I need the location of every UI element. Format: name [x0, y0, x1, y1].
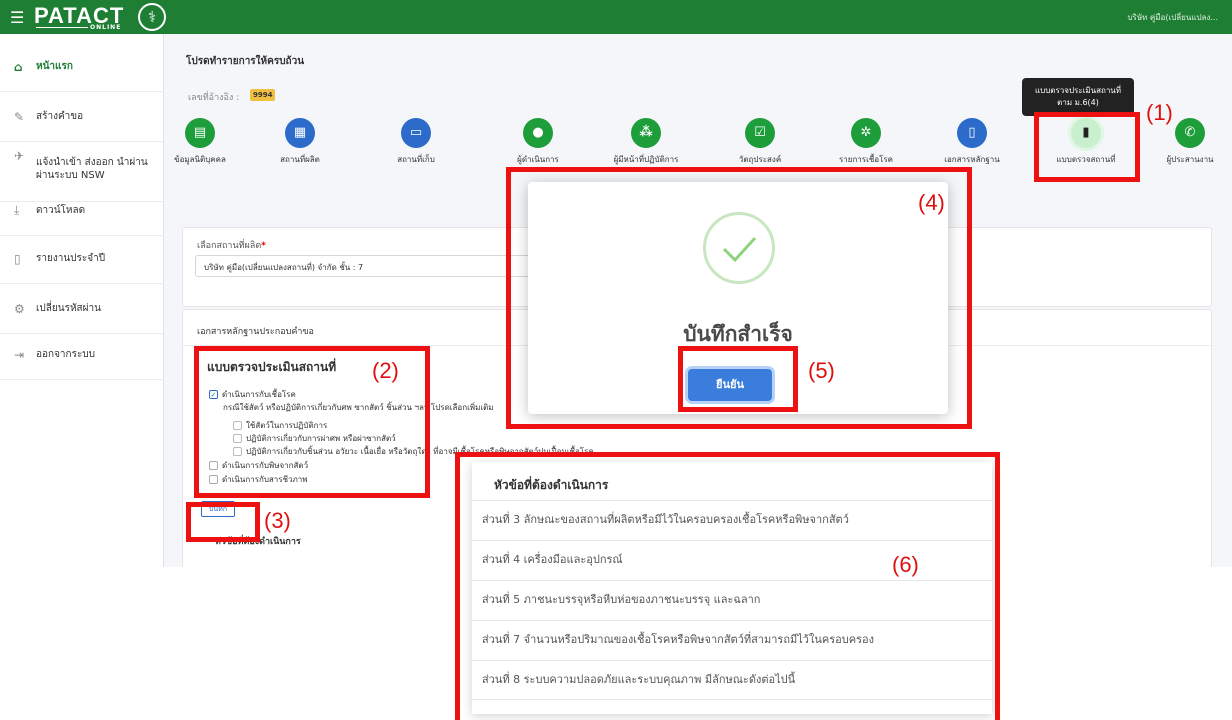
- callout-2: (2): [372, 358, 399, 383]
- logout-icon: ⇥: [14, 347, 25, 362]
- step-pathogen-list[interactable]: ✲ รายการเชื้อโรค: [826, 118, 906, 166]
- id-card-icon: ▤: [185, 118, 215, 148]
- logo-line: [36, 27, 88, 28]
- pencil-icon: ✎: [14, 109, 25, 124]
- tooltip-line: ตาม ม.6(4): [1057, 98, 1099, 107]
- step-operator[interactable]: ● ผู้ดำเนินการ: [498, 118, 578, 166]
- step-company-info[interactable]: ▤ ข้อมูลนิติบุคคล: [160, 118, 240, 166]
- hamburger-menu-icon[interactable]: ☰: [10, 8, 24, 27]
- gears-icon: ⚙: [14, 301, 25, 316]
- virus-icon: ✲: [851, 118, 881, 148]
- callout-3: (3): [264, 508, 291, 533]
- sidebar: ⌂ หน้าแรก ✎ สร้างคำขอ ✈ แจ้งนำเข้า ส่งออ…: [0, 34, 164, 567]
- phone-icon: ✆: [1175, 118, 1205, 148]
- step-label: สถานที่เก็บ: [397, 155, 435, 164]
- ref-label: เลขที่อ้างอิง :: [188, 93, 240, 103]
- sidebar-item-download[interactable]: ⤓ ดาวน์โหลด: [0, 186, 164, 236]
- sidebar-item-home[interactable]: ⌂ หน้าแรก: [0, 42, 164, 92]
- home-icon: ⌂: [14, 59, 23, 74]
- file-icon: ▯: [14, 251, 21, 266]
- highlight-box-1: [1034, 112, 1140, 182]
- plane-icon: ✈: [14, 149, 25, 163]
- site-select[interactable]: บริษัท คู่มือ(เปลี่ยนแปลงสถานที่) จำกัด …: [195, 255, 535, 277]
- step-label: วัตถุประสงค์: [738, 155, 782, 164]
- site-select-label: เลือกสถานที่ผลิต*: [197, 241, 266, 251]
- highlight-box-3: [186, 502, 260, 542]
- sidebar-item-label: สร้างคำขอ: [36, 111, 84, 122]
- ref-badge: 9994: [250, 89, 276, 101]
- tooltip-line: แบบตรวจประเมินสถานที่: [1034, 86, 1122, 95]
- callout-4: (4): [918, 190, 945, 215]
- step-production-site[interactable]: ▦ สถานที่ผลิต: [260, 118, 340, 166]
- step-purpose[interactable]: ☑ วัตถุประสงค์: [720, 118, 800, 166]
- step-staff[interactable]: ⁂ ผู้มีหน้าที่ปฏิบัติการ: [606, 118, 686, 166]
- documents-header: เอกสารหลักฐานประกอบคำขอ: [197, 327, 314, 337]
- step-label: ผู้ดำเนินการ: [517, 155, 559, 164]
- download-icon: ⤓: [14, 203, 20, 217]
- step-documents[interactable]: ▯ เอกสารหลักฐาน: [932, 118, 1012, 166]
- building-icon: ▦: [285, 118, 315, 148]
- step-label: สถานที่ผลิต: [280, 155, 320, 164]
- callout-5: (5): [808, 358, 835, 383]
- archive-icon: ▭: [401, 118, 431, 148]
- highlight-box-6: [455, 452, 1000, 720]
- sidebar-item-label: รายงานประจำปี: [36, 253, 106, 264]
- step-label: รายการเชื้อโรค: [838, 155, 894, 164]
- callout-1: (1): [1146, 100, 1173, 125]
- page-title: โปรดทำรายการให้ครบถ้วน: [186, 56, 305, 67]
- user-menu[interactable]: บริษัท คู่มือ(เปลี่ยนแปลง...: [1127, 11, 1218, 24]
- sidebar-item-label: แจ้งนำเข้า ส่งออก นำผ่าน ผ่านระบบ NSW: [36, 156, 148, 181]
- sidebar-item-label: ออกจากระบบ: [36, 349, 96, 360]
- sidebar-item-logout[interactable]: ⇥ ออกจากระบบ: [0, 330, 164, 380]
- sidebar-item-label: ดาวน์โหลด: [36, 205, 86, 216]
- step-label: ผู้มีหน้าที่ปฏิบัติการ: [613, 155, 679, 164]
- check-square-icon: ☑: [745, 118, 775, 148]
- users-icon: ⁂: [631, 118, 661, 148]
- callout-6: (6): [892, 552, 919, 577]
- ref-value: 9994: [253, 91, 273, 99]
- sidebar-item-label: เปลี่ยนรหัสผ่าน: [36, 303, 101, 314]
- emblem-icon: ⚕: [138, 3, 166, 31]
- sidebar-item-change-password[interactable]: ⚙ เปลี่ยนรหัสผ่าน: [0, 284, 164, 334]
- sidebar-item-annual-report[interactable]: ▯ รายงานประจำปี: [0, 234, 164, 284]
- sidebar-item-create-request[interactable]: ✎ สร้างคำขอ: [0, 92, 164, 142]
- document-icon: ▯: [957, 118, 987, 148]
- top-bar: ☰ PATACT ONLINE ⚕ บริษัท คู่มือ(เปลี่ยนแ…: [0, 0, 1232, 34]
- logo-subtext: ONLINE: [90, 24, 122, 31]
- step-label: เอกสารหลักฐาน: [944, 155, 1000, 164]
- step-storage-site[interactable]: ▭ สถานที่เก็บ: [376, 118, 456, 166]
- sidebar-item-label: หน้าแรก: [36, 61, 73, 72]
- highlight-box-5: [678, 346, 798, 412]
- step-label: ผู้ประสานงาน: [1166, 155, 1214, 164]
- user-icon: ●: [523, 118, 553, 148]
- step-tooltip: แบบตรวจประเมินสถานที่ ตาม ม.6(4): [1022, 78, 1134, 116]
- step-label: ข้อมูลนิติบุคคล: [174, 155, 226, 164]
